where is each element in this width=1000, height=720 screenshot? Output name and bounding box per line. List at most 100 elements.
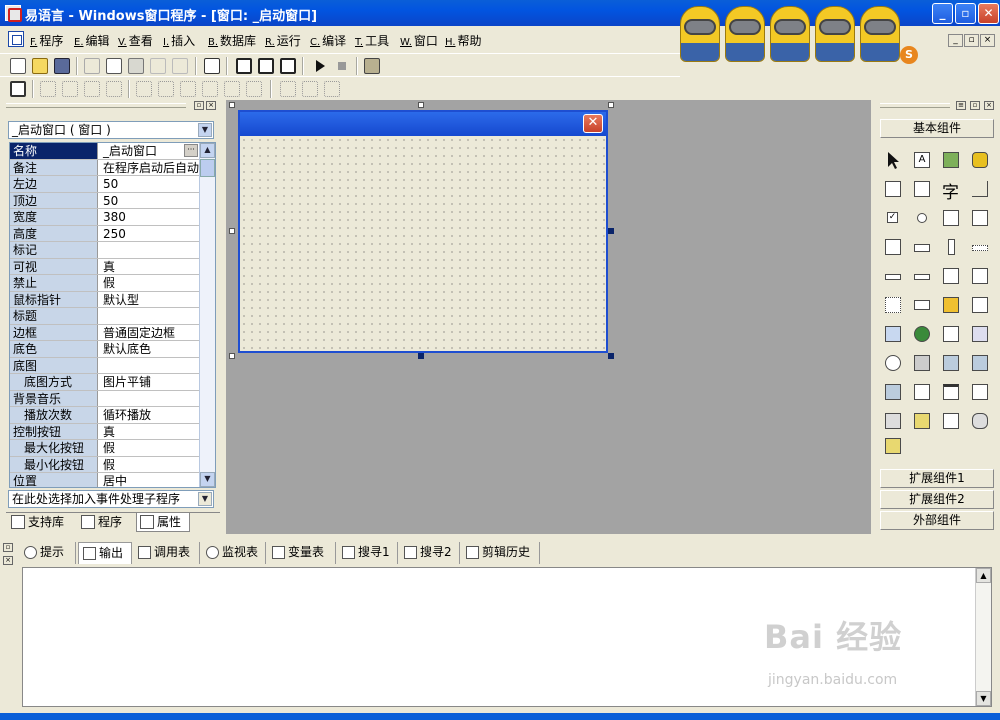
grid-icon[interactable] [324, 81, 340, 97]
panel-menu-button[interactable]: ≡ [956, 101, 966, 110]
property-row[interactable]: 标记 [10, 242, 200, 259]
tab-watch-table[interactable]: 监视表 [202, 542, 266, 564]
listbox-tool[interactable] [882, 236, 904, 258]
database-tool[interactable] [882, 410, 904, 432]
find-icon[interactable] [204, 58, 220, 74]
resize-handle[interactable] [418, 353, 424, 359]
event-selector[interactable]: 在此处选择加入事件处理子程序 ▼ [8, 490, 214, 508]
timer-tool[interactable] [882, 352, 904, 374]
property-value[interactable]: 假 [100, 440, 200, 456]
dialog-tool[interactable] [969, 381, 991, 403]
scroll-down-icon[interactable]: ▼ [976, 691, 991, 706]
window-tool[interactable] [940, 381, 962, 403]
maximize-button[interactable]: ▫ [955, 3, 976, 24]
run-icon[interactable] [312, 58, 328, 74]
stop-icon[interactable] [334, 58, 350, 74]
font-tool[interactable]: 字 [940, 178, 962, 203]
tab-program[interactable]: 程序 [78, 513, 134, 532]
panel-pin-button[interactable]: ▫ [970, 101, 980, 110]
panel-close-button[interactable]: × [984, 101, 994, 110]
splitter-tool[interactable] [940, 323, 962, 345]
pane-close-button[interactable]: × [3, 556, 13, 565]
panel-grip[interactable] [880, 103, 950, 108]
menu-compile[interactable]: C. 编译 [310, 32, 346, 49]
property-value[interactable]: 图片平铺 [100, 374, 200, 390]
layout-full-icon[interactable] [280, 58, 296, 74]
pane-pin-button[interactable]: ▫ [3, 543, 13, 552]
frame-tool[interactable] [969, 178, 991, 200]
grid-tool[interactable] [882, 294, 904, 316]
radio-tool[interactable] [911, 207, 933, 229]
external-components-button[interactable]: 外部组件 [880, 511, 994, 530]
property-scrollbar[interactable]: ▲ ▼ [199, 143, 215, 487]
property-value[interactable]: 假 [100, 457, 200, 473]
redo-icon[interactable] [172, 58, 188, 74]
slider-tool[interactable] [882, 265, 904, 287]
property-row[interactable]: 鼠标指针 默认型 [10, 291, 200, 309]
design-grid[interactable] [240, 136, 606, 351]
tab-properties[interactable]: 属性 [136, 513, 190, 532]
menu-window[interactable]: W. 窗口 [400, 32, 438, 49]
list-tool[interactable] [969, 207, 991, 229]
tab-support-library[interactable]: 支持库 [8, 513, 74, 532]
property-value[interactable]: 循环播放 [100, 407, 200, 423]
tab-search-1[interactable]: 搜寻1 [338, 542, 398, 564]
property-value[interactable]: 380 [100, 209, 200, 225]
hscroll-tool[interactable] [911, 236, 933, 258]
extended-components-1-button[interactable]: 扩展组件1 [880, 469, 994, 488]
port-tool[interactable] [911, 381, 933, 403]
property-value[interactable]: 250 [100, 226, 200, 242]
shape-tool[interactable] [969, 149, 991, 171]
property-value[interactable]: 50 [100, 176, 200, 192]
scroll-up-icon[interactable]: ▲ [976, 568, 991, 583]
mdi-minimize-button[interactable]: _ [948, 34, 963, 47]
property-row[interactable]: 宽度 380 [10, 209, 200, 226]
property-row[interactable]: 底色 默认底色 [10, 341, 200, 358]
checkbox-tool[interactable]: ✓ [882, 207, 904, 229]
toolbar-tool[interactable] [969, 323, 991, 345]
property-row[interactable]: 高度 250 [10, 225, 200, 243]
panel-grip[interactable] [6, 103, 186, 108]
property-row[interactable]: 禁止假 [10, 275, 200, 292]
property-row[interactable]: 标题 [10, 308, 200, 325]
minimize-button[interactable]: _ [932, 3, 953, 24]
tab-clip-history[interactable]: 剪辑历史 [462, 542, 540, 564]
chart-tool[interactable] [940, 410, 962, 432]
paste-icon[interactable] [128, 58, 144, 74]
tab-hint[interactable]: 提示 [20, 542, 76, 564]
scroll-down-icon[interactable]: ▼ [200, 472, 215, 487]
property-value[interactable] [100, 242, 200, 258]
combo-tool[interactable] [940, 207, 962, 229]
menu-database[interactable]: B. 数据库 [208, 32, 256, 49]
ellipsis-button[interactable]: ··· [184, 144, 198, 157]
odbc-source-tool[interactable] [882, 435, 904, 457]
resize-handle[interactable] [229, 228, 235, 234]
property-row[interactable]: 备注 在程序启动后自动 [10, 159, 200, 177]
property-value[interactable]: 默认底色 [100, 341, 200, 357]
picture-tool[interactable] [940, 149, 962, 171]
spin-tool[interactable] [940, 265, 962, 287]
button-tool[interactable] [911, 294, 933, 316]
resize-handle[interactable] [229, 353, 235, 359]
chevron-down-icon[interactable]: ▼ [198, 492, 212, 506]
pointer-tool[interactable] [882, 149, 904, 171]
property-row[interactable]: 最大化按钮假 [10, 440, 200, 457]
property-value[interactable]: 真 [100, 424, 200, 440]
startup-window-preview[interactable]: ✕ [238, 110, 608, 353]
resize-handle[interactable] [418, 102, 424, 108]
table-tool[interactable] [969, 265, 991, 287]
ruler-tool[interactable] [969, 236, 991, 258]
resize-handle[interactable] [608, 228, 614, 234]
menu-tools[interactable]: T. 工具 [355, 32, 389, 49]
space-v-icon[interactable] [202, 81, 218, 97]
vscroll-tool[interactable] [940, 236, 962, 258]
doc-menu-icon[interactable] [8, 31, 24, 47]
form-icon[interactable] [10, 81, 26, 97]
property-row[interactable]: 播放次数 循环播放 [10, 407, 200, 424]
server-tool[interactable] [882, 381, 904, 403]
tab-variable-table[interactable]: 变量表 [268, 542, 336, 564]
property-value[interactable]: 假 [100, 275, 200, 291]
property-row[interactable]: 背景音乐 [10, 390, 200, 408]
close-button[interactable]: ✕ [978, 3, 999, 24]
property-row[interactable]: 最小化按钮假 [10, 456, 200, 474]
